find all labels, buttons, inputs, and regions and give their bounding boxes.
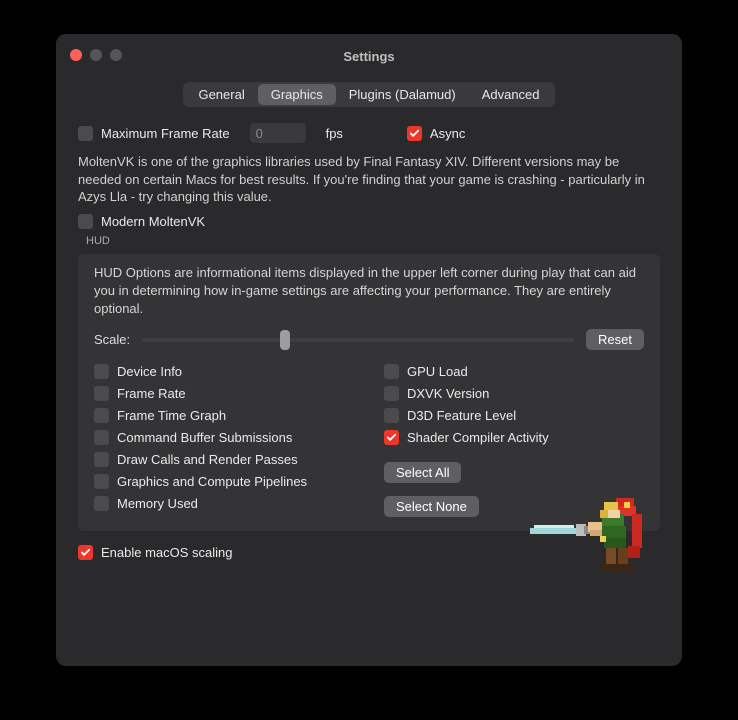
slider-thumb[interactable] <box>280 330 290 350</box>
scale-label: Scale: <box>94 332 130 347</box>
hud-item-label: DXVK Version <box>407 386 489 401</box>
hud-item-label: Frame Rate <box>117 386 186 401</box>
hud-item-gpu-load[interactable]: GPU Load <box>384 364 644 379</box>
hud-item-label: Frame Time Graph <box>117 408 226 423</box>
hud-item-label: Memory Used <box>117 496 198 511</box>
hud-fieldset: HUD Options are informational items disp… <box>78 254 660 532</box>
hud-item-label: Command Buffer Submissions <box>117 430 292 445</box>
hud-item-shader-compiler[interactable]: Shader Compiler Activity <box>384 430 644 445</box>
hud-item-label: Device Info <box>117 364 182 379</box>
max-fps-label: Maximum Frame Rate <box>101 126 230 141</box>
select-none-button[interactable]: Select None <box>384 496 479 517</box>
titlebar: Settings <box>56 34 682 78</box>
slider-track <box>142 338 574 342</box>
content: Maximum Frame Rate fps Async MoltenVK is… <box>56 113 682 666</box>
tab-general[interactable]: General <box>185 84 257 105</box>
checkbox-icon <box>384 408 399 423</box>
hud-item-dxvk-version[interactable]: DXVK Version <box>384 386 644 401</box>
checkbox-icon <box>94 364 109 379</box>
hud-item-device-info[interactable]: Device Info <box>94 364 354 379</box>
frame-rate-row: Maximum Frame Rate fps Async <box>78 123 660 143</box>
checkbox-icon <box>384 430 399 445</box>
tab-graphics[interactable]: Graphics <box>258 84 336 105</box>
sprite-icon <box>530 492 650 578</box>
settings-window: Settings General Graphics Plugins (Dalam… <box>56 34 682 666</box>
checkbox-icon <box>78 126 93 141</box>
checkbox-icon <box>94 408 109 423</box>
async-check[interactable]: Async <box>407 126 465 141</box>
maximize-icon[interactable] <box>110 49 122 61</box>
scale-slider[interactable] <box>142 331 574 349</box>
tab-advanced[interactable]: Advanced <box>469 84 553 105</box>
hud-item-label: Draw Calls and Render Passes <box>117 452 298 467</box>
window-title: Settings <box>56 49 682 64</box>
hud-item-label: GPU Load <box>407 364 468 379</box>
hud-item-frame-time-graph[interactable]: Frame Time Graph <box>94 408 354 423</box>
hud-item-draw-calls[interactable]: Draw Calls and Render Passes <box>94 452 354 467</box>
macos-scaling-label: Enable macOS scaling <box>101 545 233 560</box>
modern-moltenvk-check[interactable]: Modern MoltenVK <box>78 214 660 229</box>
checkbox-icon <box>94 452 109 467</box>
hud-item-label: Graphics and Compute Pipelines <box>117 474 307 489</box>
checkbox-icon <box>407 126 422 141</box>
minimize-icon[interactable] <box>90 49 102 61</box>
modern-moltenvk-label: Modern MoltenVK <box>101 214 205 229</box>
hud-item-pipelines[interactable]: Graphics and Compute Pipelines <box>94 474 354 489</box>
checkbox-icon <box>94 430 109 445</box>
hud-item-memory[interactable]: Memory Used <box>94 496 354 511</box>
hud-desc: HUD Options are informational items disp… <box>94 264 644 318</box>
max-fps-check[interactable]: Maximum Frame Rate <box>78 126 230 141</box>
reset-button[interactable]: Reset <box>586 329 644 350</box>
checkbox-icon <box>384 364 399 379</box>
close-icon[interactable] <box>70 49 82 61</box>
hud-item-label: Shader Compiler Activity <box>407 430 549 445</box>
hud-item-d3d-feature[interactable]: D3D Feature Level <box>384 408 644 423</box>
fps-unit: fps <box>326 126 343 141</box>
hud-legend: HUD <box>78 235 660 248</box>
select-all-button[interactable]: Select All <box>384 462 461 483</box>
tab-plugins[interactable]: Plugins (Dalamud) <box>336 84 469 105</box>
traffic-lights <box>70 49 122 61</box>
checkbox-icon <box>94 496 109 511</box>
checkbox-icon <box>94 386 109 401</box>
tabbar-inner: General Graphics Plugins (Dalamud) Advan… <box>183 82 554 107</box>
moltenvk-desc: MoltenVK is one of the graphics librarie… <box>78 153 660 206</box>
checkbox-icon <box>94 474 109 489</box>
checkbox-icon <box>78 214 93 229</box>
hud-item-label: D3D Feature Level <box>407 408 516 423</box>
max-fps-input[interactable] <box>250 123 306 143</box>
hud-left-col: Device Info Frame Rate Frame Time Graph … <box>94 364 354 517</box>
tabbar: General Graphics Plugins (Dalamud) Advan… <box>56 78 682 113</box>
async-label: Async <box>430 126 465 141</box>
hud-item-frame-rate[interactable]: Frame Rate <box>94 386 354 401</box>
checkbox-icon <box>78 545 93 560</box>
scale-row: Scale: Reset <box>94 329 644 350</box>
checkbox-icon <box>384 386 399 401</box>
hud-item-cmd-buffer[interactable]: Command Buffer Submissions <box>94 430 354 445</box>
